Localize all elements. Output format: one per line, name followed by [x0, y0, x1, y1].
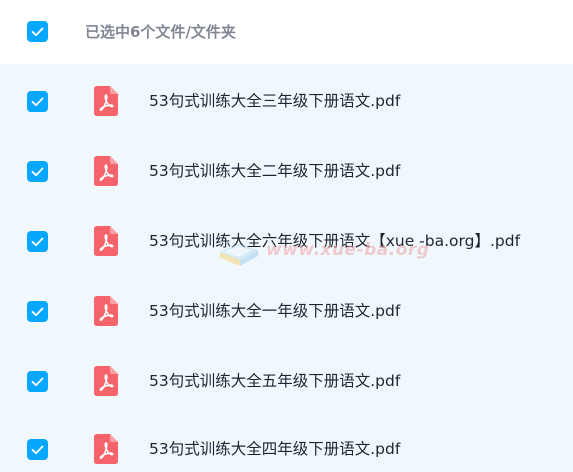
file-checkbox[interactable]: [27, 371, 48, 392]
file-checkbox[interactable]: [27, 161, 48, 182]
file-name[interactable]: 53句式训练大全一年级下册语文.pdf: [149, 300, 400, 322]
file-list: 53句式训练大全三年级下册语文.pdf 53句式训练大全二年级下册语文.pdf: [0, 64, 573, 472]
pdf-file-icon: [94, 156, 118, 186]
file-name[interactable]: 53句式训练大全三年级下册语文.pdf: [149, 90, 400, 112]
file-row[interactable]: 53句式训练大全一年级下册语文.pdf: [0, 276, 573, 346]
file-row[interactable]: 53句式训练大全四年级下册语文.pdf: [0, 414, 573, 472]
file-checkbox[interactable]: [27, 231, 48, 252]
checkmark-icon: [31, 27, 44, 37]
checkmark-icon: [31, 167, 44, 177]
file-row[interactable]: 53句式训练大全三年级下册语文.pdf: [0, 66, 573, 136]
file-checkbox[interactable]: [27, 91, 48, 112]
file-row[interactable]: 53句式训练大全五年级下册语文.pdf: [0, 346, 573, 416]
checkmark-icon: [31, 377, 44, 387]
file-name[interactable]: 53句式训练大全四年级下册语文.pdf: [149, 438, 400, 460]
file-selection-list-page: 已选中6个文件/文件夹 53句式训练大全三年级下册语文.pdf 53句式训练大全…: [0, 0, 573, 472]
pdf-file-icon: [94, 366, 118, 396]
checkmark-icon: [31, 445, 44, 455]
checkmark-icon: [31, 237, 44, 247]
file-name[interactable]: 53句式训练大全五年级下册语文.pdf: [149, 370, 400, 392]
pdf-file-icon: [94, 296, 118, 326]
pdf-file-icon: [94, 86, 118, 116]
file-checkbox[interactable]: [27, 439, 48, 460]
pdf-file-icon: [94, 434, 118, 464]
selection-count-label: 已选中6个文件/文件夹: [85, 23, 236, 41]
checkmark-icon: [31, 307, 44, 317]
file-checkbox[interactable]: [27, 301, 48, 322]
file-name[interactable]: 53句式训练大全二年级下册语文.pdf: [149, 160, 400, 182]
selection-header: 已选中6个文件/文件夹: [0, 0, 573, 64]
pdf-file-icon: [94, 226, 118, 256]
file-name[interactable]: 53句式训练大全六年级下册语文【xue -ba.org】.pdf: [149, 230, 520, 252]
checkmark-icon: [31, 97, 44, 107]
select-all-checkbox[interactable]: [27, 21, 48, 42]
file-row[interactable]: 53句式训练大全六年级下册语文【xue -ba.org】.pdf: [0, 206, 573, 276]
file-row[interactable]: 53句式训练大全二年级下册语文.pdf: [0, 136, 573, 206]
